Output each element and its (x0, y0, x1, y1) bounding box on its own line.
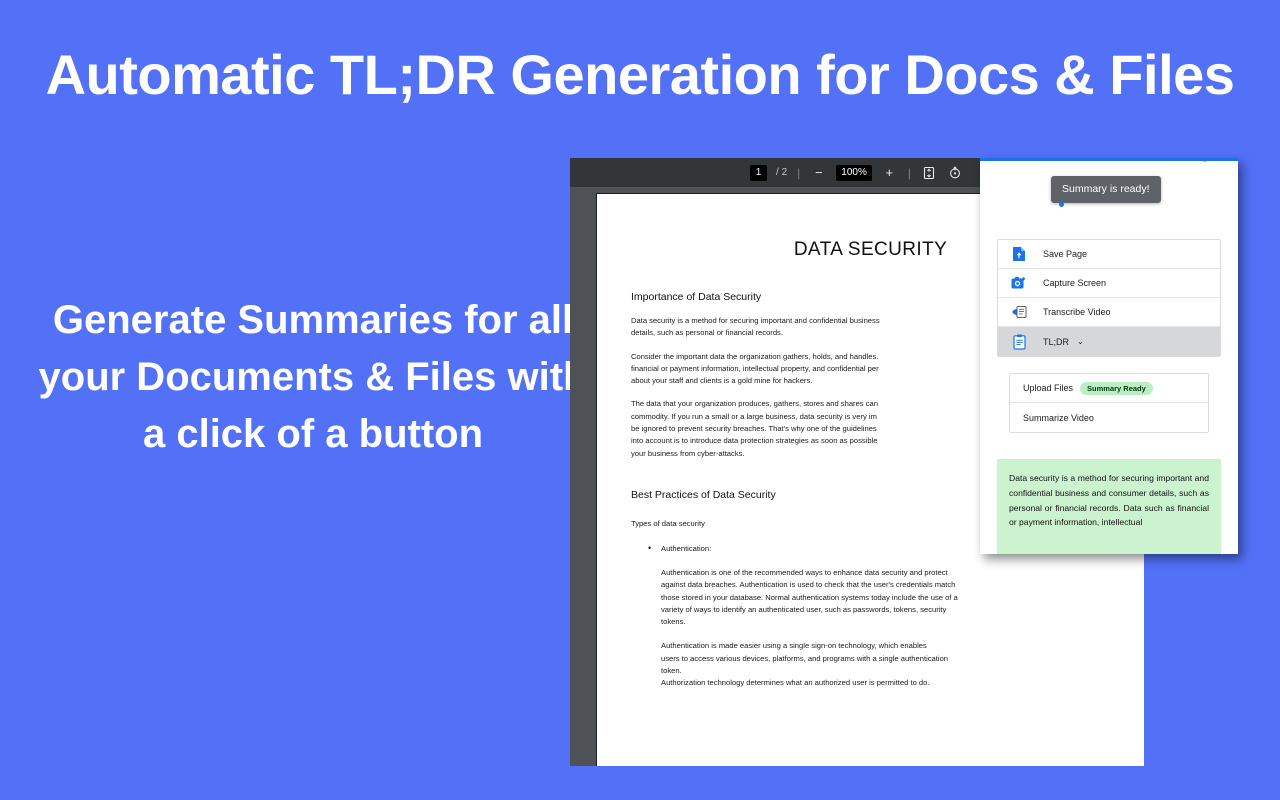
toolbar-divider-2: | (907, 165, 911, 180)
fit-page-icon[interactable] (921, 164, 938, 181)
page-subheadline: Generate Summaries for all your Document… (38, 298, 588, 457)
paragraph-line: The data that your organization produces… (631, 399, 878, 409)
save-page-icon (1011, 246, 1027, 262)
submenu-item-summarize-video[interactable]: Summarize Video (1010, 403, 1208, 432)
paragraph-line: about your staff and clients is a gold m… (631, 376, 813, 386)
clipboard-icon (1011, 334, 1027, 350)
account-email-label: contact@voxlogic.io (1147, 161, 1223, 162)
summary-result-box: Data security is a method for securing i… (997, 459, 1221, 554)
menu-item-label: Transcribe Video (1043, 307, 1111, 317)
transcribe-video-icon (1011, 304, 1027, 320)
page-count-label: / 2 (776, 167, 788, 178)
menu-item-label: Save Page (1043, 249, 1088, 259)
status-badge: Summary Ready (1080, 381, 1153, 395)
paragraph-line: commodity. If you run a small or a large… (631, 411, 877, 421)
menu-item-transcribe-video[interactable]: Transcribe Video (998, 298, 1220, 327)
paragraph-line: variety of ways to identify an authentic… (661, 604, 947, 614)
summary-ready-tooltip: Summary is ready! (1051, 176, 1161, 207)
chevron-down-icon: ▾ (1226, 158, 1230, 162)
paragraph-line: your business from cyber-attacks. (631, 448, 745, 458)
menu-item-label: Capture Screen (1043, 278, 1107, 288)
paragraph-line: Authentication is made easier using a si… (661, 641, 927, 651)
zoom-in-button[interactable]: + (881, 164, 898, 181)
menu-item-label: TL;DR (1043, 336, 1070, 347)
paragraph-line: Data security is a method for securing i… (631, 316, 880, 325)
menu-item-save-page[interactable]: Save Page (998, 240, 1220, 269)
paragraph-line: users to access various devices, platfor… (661, 653, 949, 663)
toolbar-divider-1: | (797, 165, 801, 180)
menu-item-tldr[interactable]: TL;DR ⌄ (998, 327, 1220, 356)
paragraph-line: Consider the important data the organiza… (631, 351, 879, 361)
extension-menu: Save Page Capture Screen Transcribe Vide… (997, 239, 1221, 357)
summary-result-text: Data security is a method for securing i… (1009, 473, 1209, 528)
chevron-down-icon: ⌄ (1077, 337, 1084, 346)
document-paragraph: Authentication is made easier using a si… (661, 640, 1110, 689)
page-number-input[interactable]: 1 (750, 164, 768, 181)
tooltip-pointer (1059, 201, 1064, 207)
document-bullet-body: Authentication is one of the recommended… (631, 567, 1110, 690)
zoom-out-button[interactable]: − (810, 164, 827, 181)
account-email[interactable]: contact@voxlogic.io▾ (1147, 158, 1230, 162)
page-headline: Automatic TL;DR Generation for Docs & Fi… (45, 43, 1235, 106)
document-paragraph: Authentication is one of the recommended… (661, 567, 1110, 628)
paragraph-line: into account is to introduce data protec… (631, 436, 878, 446)
paragraph-line: those stored in your database. Normal au… (661, 592, 958, 602)
camera-icon (1011, 275, 1027, 291)
paragraph-line: Authorization technology determines what… (661, 678, 930, 688)
paragraph-line: Authentication is one of the recommended… (661, 567, 948, 577)
paragraph-line: token. (661, 666, 682, 676)
submenu-item-label: Upload Files (1023, 383, 1074, 393)
submenu-item-upload-files[interactable]: Upload Files Summary Ready (1010, 374, 1208, 403)
submenu-item-label: Summarize Video (1023, 412, 1094, 423)
paragraph-line: details, such as personal or financial r… (631, 328, 783, 338)
paragraph-line: against data breaches. Authentication is… (661, 580, 956, 590)
paragraph-line: financial or payment information, intell… (631, 363, 879, 373)
tooltip-label: Summary is ready! (1062, 183, 1150, 195)
tldr-submenu: Upload Files Summary Ready Summarize Vid… (1009, 373, 1209, 433)
paragraph-line: be ignored to prevent security breaches.… (631, 424, 877, 434)
extension-popup-panel: contact@voxlogic.io▾ e Summary is ready!… (980, 158, 1238, 554)
menu-item-capture-screen[interactable]: Capture Screen (998, 269, 1220, 298)
paragraph-line: tokens. (661, 617, 686, 627)
rotate-icon[interactable] (947, 164, 964, 181)
zoom-level-display[interactable]: 100% (836, 164, 872, 181)
